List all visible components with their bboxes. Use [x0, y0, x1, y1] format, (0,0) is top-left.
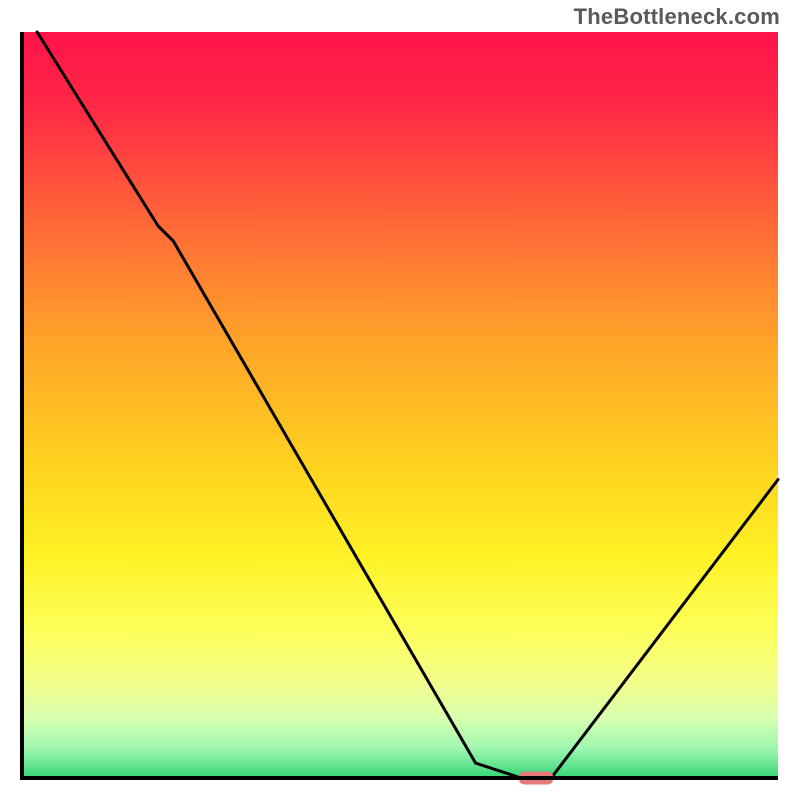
watermark-text: TheBottleneck.com: [574, 4, 780, 30]
bottleneck-chart: [0, 0, 800, 800]
plot-background: [22, 32, 778, 778]
chart-container: TheBottleneck.com: [0, 0, 800, 800]
